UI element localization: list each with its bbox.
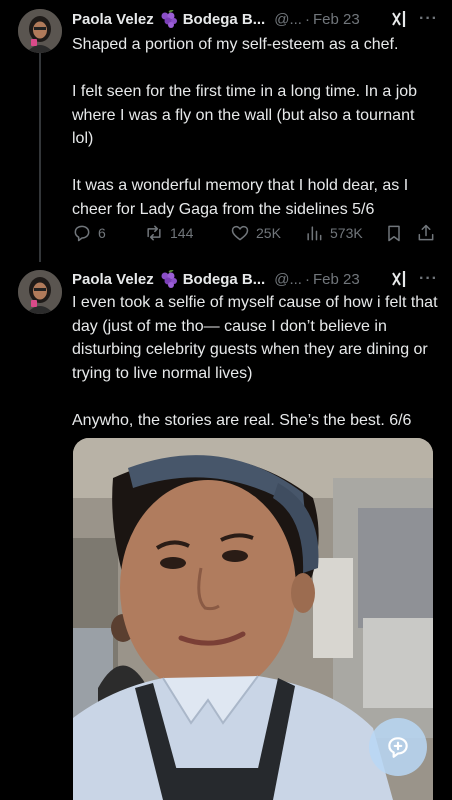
retweet-icon <box>147 225 161 241</box>
separator: · <box>304 270 310 288</box>
compose-button[interactable] <box>369 718 427 776</box>
views-icon <box>307 226 322 241</box>
retweet-button[interactable]: 144 <box>144 223 230 243</box>
tweet-paragraph: It was a wonderful memory that I hold de… <box>72 177 413 218</box>
views-button[interactable]: 573K <box>304 223 384 243</box>
more-icon[interactable]: ··· <box>419 270 438 288</box>
grape-emoji-icon <box>161 10 177 28</box>
tweet-paragraph: I even took a selfie of myself cause of … <box>72 294 442 382</box>
retweet-count: 144 <box>170 225 194 241</box>
compose-icon <box>388 737 408 758</box>
reply-count: 6 <box>98 225 106 241</box>
bookmark-button[interactable] <box>384 223 416 243</box>
tweet-paragraph: I felt seen for the first time in a long… <box>72 83 422 147</box>
author-name[interactable]: Paola Velez <box>72 11 154 28</box>
grape-emoji-icon <box>161 270 177 288</box>
tweet[interactable]: Paola Velez Bodega B... @... · Feb 23 ··… <box>0 262 452 800</box>
like-button[interactable]: 25K <box>230 223 304 243</box>
heart-icon <box>231 225 249 241</box>
tweet-date[interactable]: Feb 23 <box>313 11 360 28</box>
author-bodega[interactable]: Bodega B... <box>183 11 266 28</box>
author-handle[interactable]: @... <box>274 271 302 288</box>
tweet-header: Paola Velez Bodega B... @... · Feb 23 ··… <box>72 8 438 30</box>
reply-button[interactable]: 6 <box>72 223 144 243</box>
tweet-text: Shaped a portion of my self-esteem as a … <box>72 33 438 221</box>
more-icon[interactable]: ··· <box>419 10 438 28</box>
like-count: 25K <box>256 225 281 241</box>
grok-icon[interactable] <box>389 269 409 289</box>
tweet-paragraph: Shaped a portion of my self-esteem as a … <box>72 36 399 53</box>
share-icon <box>418 224 434 241</box>
views-count: 573K <box>330 225 363 241</box>
tweet-text: I even took a selfie of myself cause of … <box>72 291 438 432</box>
tweet[interactable]: Paola Velez Bodega B... @... · Feb 23 ··… <box>0 0 452 262</box>
thread-line <box>39 50 41 262</box>
avatar[interactable] <box>18 270 62 314</box>
share-button[interactable] <box>416 223 436 243</box>
tweet-actions: 6 144 25K 573K <box>72 222 438 244</box>
reply-icon <box>74 225 90 242</box>
tweet-header: Paola Velez Bodega B... @... · Feb 23 ··… <box>72 268 438 290</box>
avatar[interactable] <box>18 9 62 53</box>
tweet-date[interactable]: Feb 23 <box>313 271 360 288</box>
author-bodega[interactable]: Bodega B... <box>183 271 266 288</box>
bookmark-icon <box>388 225 400 242</box>
separator: · <box>304 10 310 28</box>
author-handle[interactable]: @... <box>274 11 302 28</box>
author-name[interactable]: Paola Velez <box>72 271 154 288</box>
grok-icon[interactable] <box>389 9 409 29</box>
tweet-paragraph: Anywho, the stories are real. She’s the … <box>72 411 412 429</box>
